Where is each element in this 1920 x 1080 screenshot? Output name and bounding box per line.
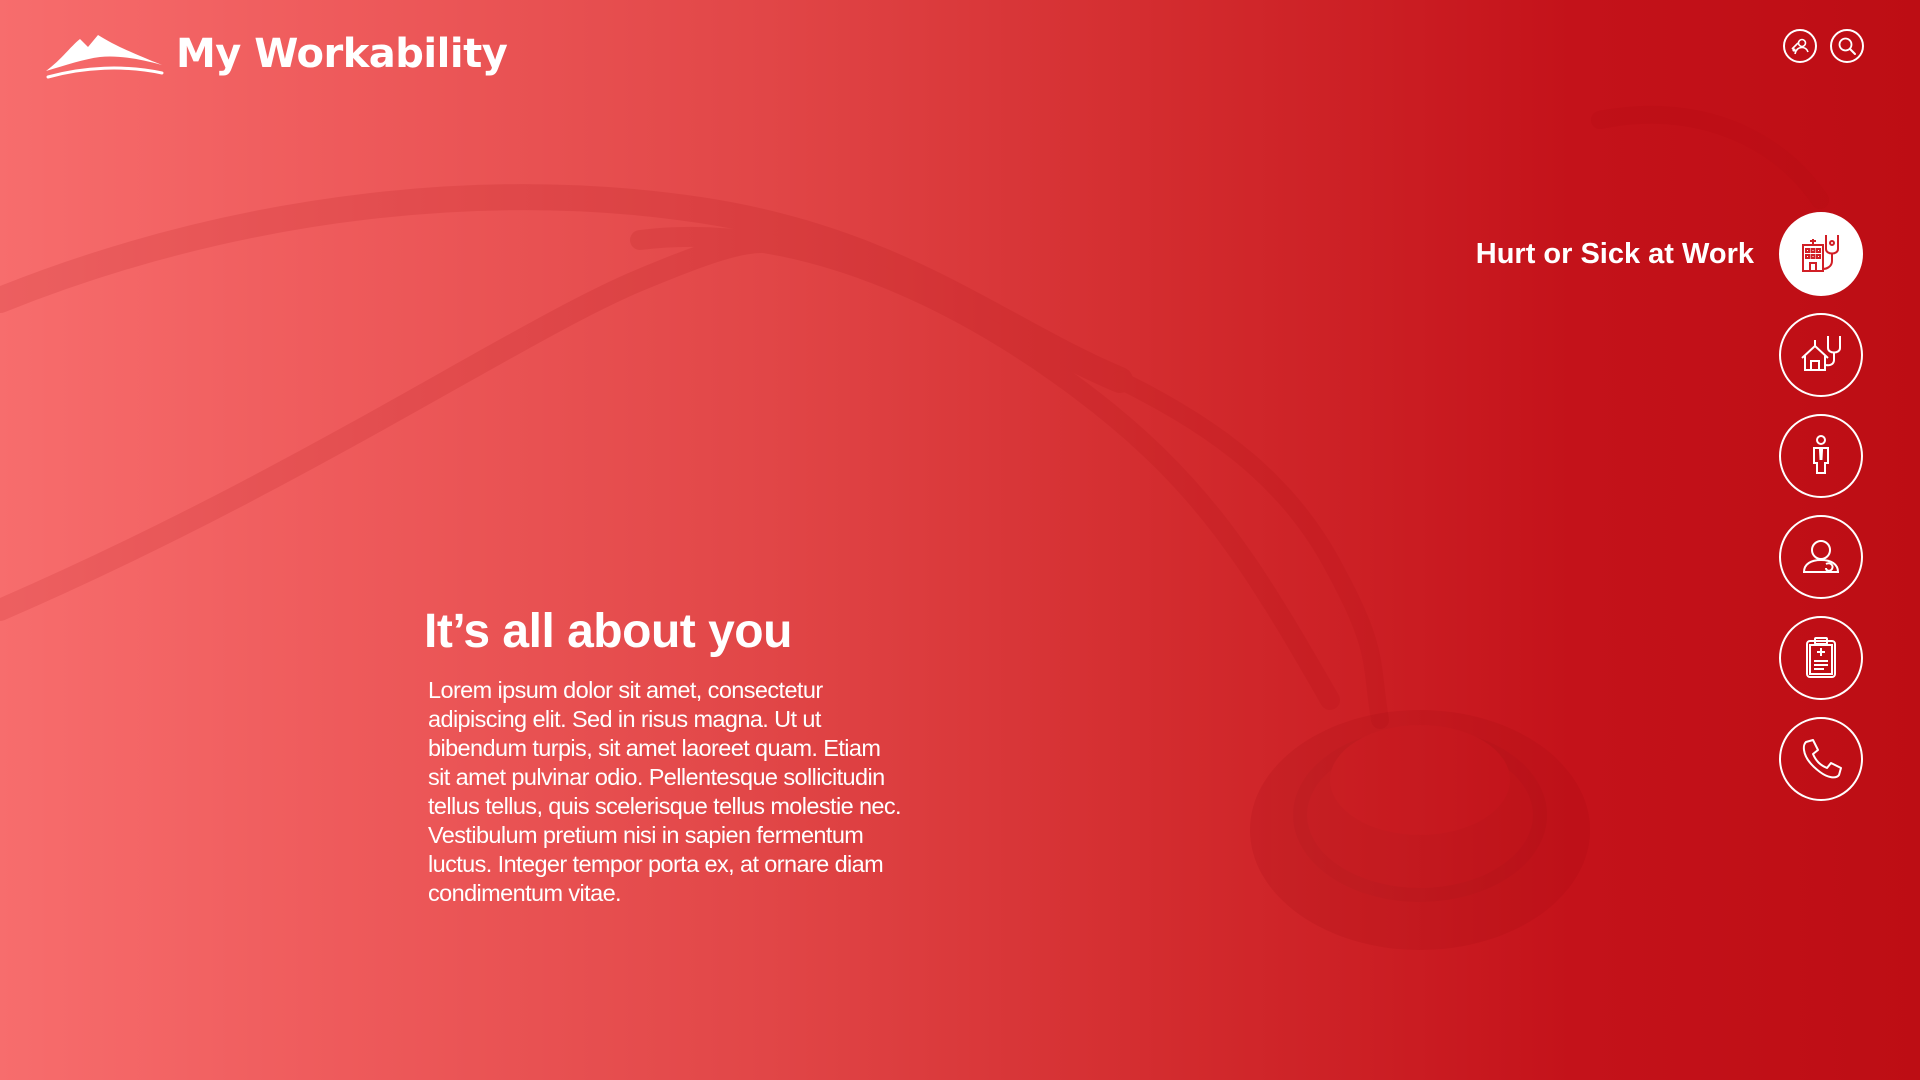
nav-circle[interactable] <box>1779 313 1863 397</box>
nav-circle[interactable] <box>1779 616 1863 700</box>
nav-item-home-care[interactable] <box>1779 313 1863 397</box>
person-support-icon <box>1802 540 1840 573</box>
people-connect-icon <box>1791 38 1809 55</box>
people-connect-button[interactable] <box>1783 29 1817 63</box>
hero-title: It’s all about you <box>424 605 792 658</box>
side-navigation: Hurt or Sick at Work <box>1476 212 1863 801</box>
nav-circle[interactable] <box>1779 515 1863 599</box>
nav-circle[interactable] <box>1779 212 1863 296</box>
search-button[interactable] <box>1830 29 1864 63</box>
nav-item-support[interactable] <box>1779 515 1863 599</box>
hero-body-text: Lorem ipsum dolor sit amet, consectetur … <box>428 677 902 906</box>
nav-item-medical-records[interactable] <box>1779 616 1863 700</box>
nav-circle[interactable] <box>1779 717 1863 801</box>
hero-section: It’s all about you Lorem ipsum dolor sit… <box>424 602 904 908</box>
app-logo[interactable]: My Workability <box>44 24 508 84</box>
phone-icon <box>1802 739 1842 779</box>
header-actions <box>1783 29 1864 63</box>
nav-circle[interactable] <box>1779 414 1863 498</box>
home-stethoscope-icon <box>1801 336 1841 371</box>
worker-icon <box>1813 435 1829 474</box>
medical-clipboard-icon <box>1806 637 1836 678</box>
search-icon <box>1838 37 1856 55</box>
nav-item-worker[interactable] <box>1779 414 1863 498</box>
mountain-logo-icon <box>46 35 164 79</box>
app-title: My Workability <box>176 31 508 77</box>
nav-item-label: Hurt or Sick at Work <box>1475 237 1754 270</box>
nav-item-contact[interactable] <box>1779 717 1863 801</box>
nav-item-hurt-or-sick[interactable]: Hurt or Sick at Work <box>1476 212 1863 296</box>
hospital-stethoscope-icon <box>1802 235 1839 272</box>
